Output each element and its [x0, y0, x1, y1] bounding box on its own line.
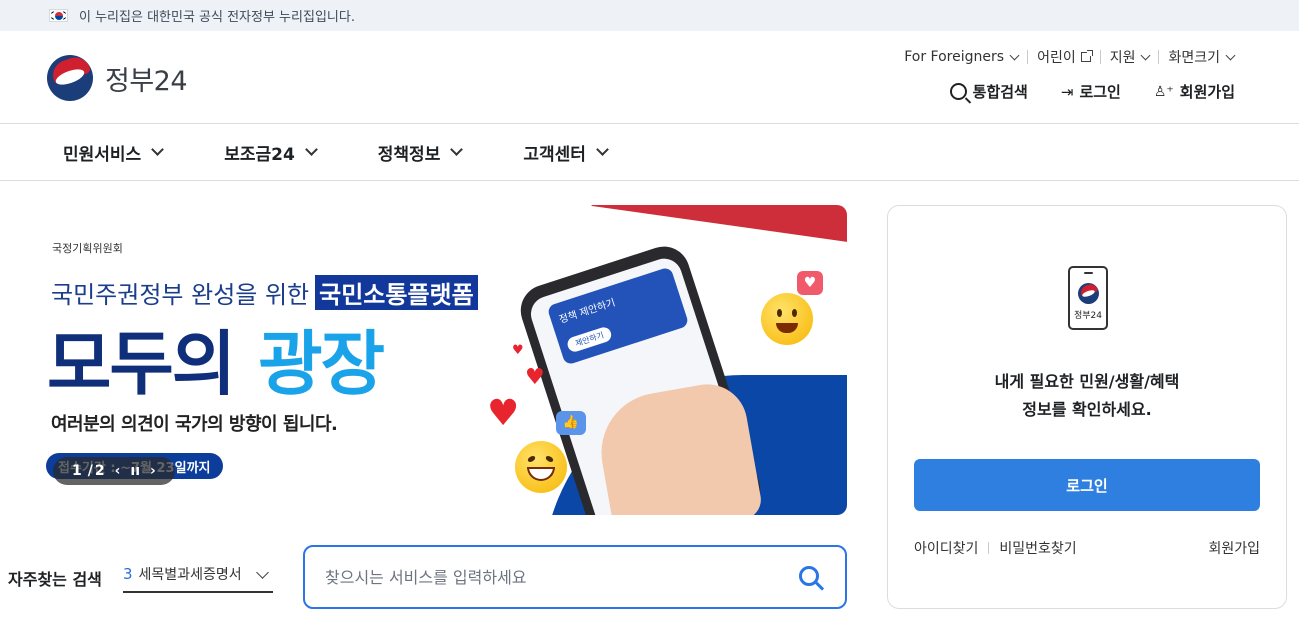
- login-card-message-line2: 정보를 확인하세요.: [1022, 400, 1152, 419]
- support-label: 지원: [1109, 50, 1136, 66]
- official-site-banner: 이 누리집은 대한민국 공식 전자정부 누리집입니다.: [0, 0, 1299, 31]
- for-foreigners-menu[interactable]: For Foreigners: [895, 49, 1027, 65]
- slide-separator: /: [87, 463, 93, 479]
- kids-label: 어린이: [1037, 50, 1076, 66]
- frequent-search-rank: 3: [123, 564, 133, 583]
- korean-flag-icon: [49, 9, 68, 22]
- main-nav: 민원서비스 보조금24 정책정보 고객센터: [0, 124, 1299, 181]
- banner-title: 모두의 광장: [47, 308, 385, 409]
- login-button[interactable]: 로그인: [914, 459, 1260, 511]
- chevron-down-icon: [1141, 50, 1151, 60]
- support-menu[interactable]: 지원: [1101, 47, 1159, 67]
- slide-current: 1: [72, 463, 82, 479]
- find-password-link[interactable]: 비밀번호찾기: [999, 538, 1076, 558]
- grin-emoji-icon: [515, 441, 567, 493]
- mobile-id-icon: 정부24: [1068, 266, 1108, 330]
- nav-item-policy-info[interactable]: 정책정보: [377, 140, 464, 165]
- frequent-search-select[interactable]: 3 세목별과세증명서: [123, 556, 273, 593]
- heart-icon: ♥: [512, 343, 524, 358]
- phone-card-button: 제안하기: [565, 325, 614, 354]
- banner-subtitle-prefix: 국민주권정부 완성을 위한: [51, 281, 310, 309]
- login-card-message-line1: 내게 필요한 민원/생활/혜택: [994, 372, 1180, 391]
- chevron-down-icon: [596, 143, 609, 156]
- chevron-down-icon: [304, 143, 318, 156]
- like-bubble-icon: 👍: [556, 411, 586, 435]
- slide-total: 2: [94, 463, 105, 479]
- integrated-search-label: 통합검색: [972, 83, 1028, 101]
- gov-emblem-icon: [47, 55, 93, 101]
- site-logo[interactable]: 정부24: [47, 55, 188, 101]
- search-icon: [949, 83, 967, 100]
- external-link-icon: [1080, 50, 1093, 62]
- find-id-link[interactable]: 아이디찾기: [914, 538, 978, 558]
- banner-organization: 국정기획위원회: [52, 242, 123, 255]
- banner-subtitle-highlight: 국민소통플랫폼: [315, 275, 478, 310]
- screen-size-label: 화면크기: [1168, 50, 1220, 66]
- utility-menu: For Foreigners 어린이 지원 화면크기: [895, 47, 1243, 67]
- site-header: 정부24 For Foreigners 어린이 지원 화면크기 통합검색 ⇥ 로…: [0, 31, 1299, 124]
- chevron-down-icon: [450, 143, 464, 156]
- signup-link[interactable]: 회원가입: [1208, 538, 1260, 558]
- nav-item-civil-services[interactable]: 민원서비스: [63, 140, 165, 165]
- nav-item-label: 고객센터: [523, 144, 586, 165]
- chevron-down-icon: [256, 566, 269, 579]
- chevron-down-icon: [151, 143, 165, 156]
- banner-subtitle: 국민주권정부 완성을 위한 국민소통플랫폼: [51, 275, 478, 310]
- chevron-down-icon: [1225, 50, 1236, 60]
- add-user-icon: ♙⁺: [1153, 83, 1174, 100]
- next-slide-icon[interactable]: ›: [150, 463, 156, 479]
- nav-item-subsidy24[interactable]: 보조금24: [224, 140, 318, 165]
- screen-size-menu[interactable]: 화면크기: [1159, 47, 1243, 67]
- logo-text: 정부24: [105, 65, 188, 97]
- integrated-search-button[interactable]: 통합검색: [949, 81, 1028, 102]
- frequent-search-item: 세목별과세증명서: [138, 566, 242, 583]
- prev-slide-icon[interactable]: ‹: [115, 463, 121, 479]
- for-foreigners-label: For Foreigners: [904, 49, 1005, 65]
- heart-icon: ♥: [525, 365, 545, 390]
- frequent-search-label: 자주찾는 검색: [8, 570, 102, 589]
- smile-emoji-icon: [761, 293, 813, 345]
- kids-link[interactable]: 어린이: [1028, 47, 1100, 67]
- nav-item-customer-center[interactable]: 고객센터: [523, 140, 609, 165]
- banner-description: 여러분의 의견이 국가의 방향이 됩니다.: [51, 414, 338, 435]
- device-label: 정부24: [1073, 311, 1102, 321]
- login-card-message: 내게 필요한 민원/생활/혜택 정보를 확인하세요.: [888, 368, 1286, 424]
- header-login-button[interactable]: ⇥ 로그인: [1061, 81, 1121, 102]
- service-search-input[interactable]: [325, 567, 765, 587]
- service-search-box: [303, 545, 847, 609]
- divider: [988, 542, 990, 554]
- official-site-text: 이 누리집은 대한민국 공식 전자정부 누리집입니다.: [79, 10, 355, 25]
- heart-icon: ♥: [487, 393, 520, 434]
- search-submit-button[interactable]: [799, 566, 825, 592]
- header-signup-label: 회원가입: [1179, 83, 1235, 101]
- heart-bubble-icon: ♥: [797, 271, 823, 295]
- banner-title-part1: 모두의: [47, 323, 236, 405]
- nav-item-label: 정책정보: [377, 144, 441, 165]
- nav-item-label: 보조금24: [224, 144, 295, 165]
- login-card: 정부24 내게 필요한 민원/생활/혜택 정보를 확인하세요. 로그인 아이디찾…: [887, 205, 1287, 609]
- banner-title-part2: 광장: [258, 323, 385, 405]
- slider-controls: 1 /2 ‹ ıı ›: [53, 457, 175, 485]
- pause-icon[interactable]: ıı: [130, 463, 140, 479]
- account-links: 아이디찾기 비밀번호찾기 회원가입: [914, 538, 1260, 558]
- chevron-down-icon: [1009, 50, 1020, 60]
- nav-item-label: 민원서비스: [63, 144, 142, 165]
- header-login-label: 로그인: [1079, 83, 1121, 101]
- header-actions: 통합검색 ⇥ 로그인 ♙⁺ 회원가입: [917, 81, 1235, 102]
- header-signup-button[interactable]: ♙⁺ 회원가입: [1154, 81, 1235, 102]
- hero-banner[interactable]: 국정기획위원회 국민주권정부 완성을 위한 국민소통플랫폼 모두의 광장 여러분의…: [43, 205, 847, 515]
- login-icon: ⇥: [1060, 82, 1074, 101]
